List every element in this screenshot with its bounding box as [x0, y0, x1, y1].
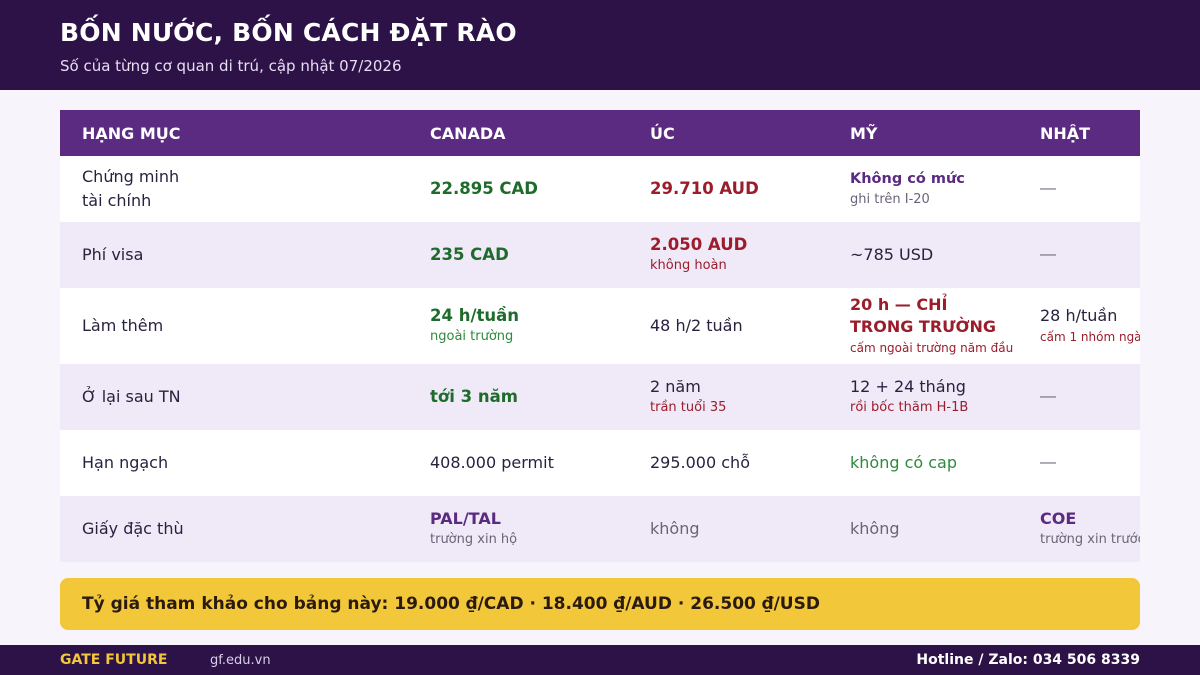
cell-value: 12 + 24 tháng	[850, 377, 966, 396]
cell-my: ~785 USD	[850, 222, 1035, 288]
cell-note: ngoài trường	[430, 329, 514, 344]
cell-canada: 408.000 permit	[430, 430, 640, 496]
cell-value-line: 20 h — CHỈ	[850, 295, 948, 314]
cell-value: không	[650, 519, 700, 538]
row-label: Hạn ngạch	[82, 430, 422, 496]
cell-my: Không có mức ghi trên I-20	[850, 156, 1035, 222]
cell-uc: 2 năm trần tuổi 35	[650, 364, 840, 430]
cell-nhat: COE trường xin trước	[1040, 496, 1140, 562]
cell-value: —	[1040, 246, 1056, 263]
cell-uc: 29.710 AUD	[650, 156, 840, 222]
row-label: Phí visa	[82, 222, 422, 288]
cell-value: 24 h/tuần	[430, 306, 519, 325]
cell-nhat: 28 h/tuần cấm 1 nhóm ngành	[1040, 288, 1140, 364]
cell-note: không hoàn	[650, 258, 727, 273]
row-label-line: Chứng minh	[82, 167, 180, 186]
cell-note: cấm ngoài trường năm đầu	[850, 341, 1014, 355]
row-label-line: Giấy đặc thù	[82, 519, 184, 538]
table-header-row: HẠNG MỤC CANADA ÚC MỸ NHẬT	[60, 110, 1140, 156]
footer-bar: GATE FUTURE gf.edu.vn Hotline / Zalo: 03…	[0, 645, 1200, 675]
row-label-line: tài chính	[82, 191, 152, 210]
column-header-uc: ÚC	[650, 123, 675, 143]
row-label-line: Làm thêm	[82, 316, 164, 335]
cell-value: tới 3 năm	[430, 387, 518, 406]
cell-note: trường xin hộ	[430, 532, 518, 547]
row-label: Chứng minh tài chính	[82, 156, 422, 222]
comparison-table: HẠNG MỤC CANADA ÚC MỸ NHẬT Chứng minh tà…	[60, 110, 1140, 562]
cell-value: 408.000 permit	[430, 453, 554, 472]
table-row: Giấy đặc thù PAL/TAL trường xin hộ không…	[60, 496, 1140, 562]
cell-value: 29.710 AUD	[650, 179, 759, 198]
cell-value: 2.050 AUD	[650, 235, 748, 254]
row-label-line: Ở lại sau TN	[82, 387, 181, 406]
row-label-line: Phí visa	[82, 245, 144, 264]
cell-value: 22.895 CAD	[430, 179, 538, 198]
cell-value: 48 h/2 tuần	[650, 316, 743, 335]
cell-nhat: —	[1040, 430, 1140, 496]
cell-value: không có cap	[850, 453, 958, 472]
cell-canada: tới 3 năm	[430, 364, 640, 430]
column-header-canada: CANADA	[430, 123, 506, 143]
cell-canada: PAL/TAL trường xin hộ	[430, 496, 640, 562]
cell-value: 295.000 chỗ	[650, 453, 750, 472]
page-subtitle: Số của từng cơ quan di trú, cập nhật 07/…	[60, 57, 402, 75]
table-row: Chứng minh tài chính 22.895 CAD 29.710 A…	[60, 156, 1140, 222]
column-header-nhat: NHẬT	[1040, 123, 1091, 143]
column-header-my: MỸ	[850, 123, 878, 143]
column-header-category: HẠNG MỤC	[82, 123, 181, 143]
cell-value: —	[1040, 454, 1056, 471]
cell-nhat: —	[1040, 222, 1140, 288]
cell-value: —	[1040, 388, 1056, 405]
brand-logo-text: GATE FUTURE	[60, 652, 168, 668]
cell-my: không có cap	[850, 430, 1035, 496]
cell-value: 28 h/tuần	[1040, 306, 1118, 325]
cell-note: rồi bốc thăm H-1B	[850, 400, 969, 415]
website-link[interactable]: gf.edu.vn	[210, 653, 271, 668]
cell-canada: 22.895 CAD	[430, 156, 640, 222]
exchange-rate-note: Tỷ giá tham khảo cho bảng này: 19.000 ₫/…	[60, 578, 1140, 630]
cell-my: 12 + 24 tháng rồi bốc thăm H-1B	[850, 364, 1035, 430]
cell-note: cấm 1 nhóm ngành	[1040, 330, 1140, 344]
cell-uc: 48 h/2 tuần	[650, 288, 840, 364]
cell-nhat: —	[1040, 364, 1140, 430]
cell-my: 20 h — CHỈ TRONG TRƯỜNG cấm ngoài trường…	[850, 288, 1035, 364]
row-label: Ở lại sau TN	[82, 364, 422, 430]
cell-uc: 295.000 chỗ	[650, 430, 840, 496]
cell-uc: 2.050 AUD không hoàn	[650, 222, 840, 288]
page-title: BỐN NƯỚC, BỐN CÁCH ĐẶT RÀO	[60, 18, 517, 47]
table-row: Phí visa 235 CAD 2.050 AUD không hoàn ~7…	[60, 222, 1140, 288]
table-row: Ở lại sau TN tới 3 năm 2 năm trần tuổi 3…	[60, 364, 1140, 430]
cell-value-line: TRONG TRƯỜNG	[850, 317, 997, 336]
table-row: Làm thêm 24 h/tuần ngoài trường 48 h/2 t…	[60, 288, 1140, 364]
hotline-text: Hotline / Zalo: 034 506 8339	[916, 652, 1140, 668]
cell-note: ghi trên I-20	[850, 192, 930, 207]
cell-note: trần tuổi 35	[650, 400, 727, 415]
cell-value: COE	[1040, 509, 1077, 528]
cell-value: Không có mức	[850, 171, 965, 187]
row-label: Làm thêm	[82, 288, 422, 364]
cell-my: không	[850, 496, 1035, 562]
cell-value: 235 CAD	[430, 245, 509, 264]
row-label: Giấy đặc thù	[82, 496, 422, 562]
cell-value: ~785 USD	[850, 245, 934, 264]
cell-canada: 24 h/tuần ngoài trường	[430, 288, 640, 364]
header-banner: BỐN NƯỚC, BỐN CÁCH ĐẶT RÀO Số của từng c…	[0, 0, 1200, 90]
cell-uc: không	[650, 496, 840, 562]
cell-note: trường xin trước	[1040, 532, 1140, 547]
cell-nhat: —	[1040, 156, 1140, 222]
cell-canada: 235 CAD	[430, 222, 640, 288]
cell-value: PAL/TAL	[430, 509, 501, 528]
cell-value: —	[1040, 180, 1056, 197]
table-row: Hạn ngạch 408.000 permit 295.000 chỗ khô…	[60, 430, 1140, 496]
row-label-line: Hạn ngạch	[82, 453, 169, 472]
cell-value: không	[850, 519, 900, 538]
cell-value: 2 năm	[650, 377, 701, 396]
